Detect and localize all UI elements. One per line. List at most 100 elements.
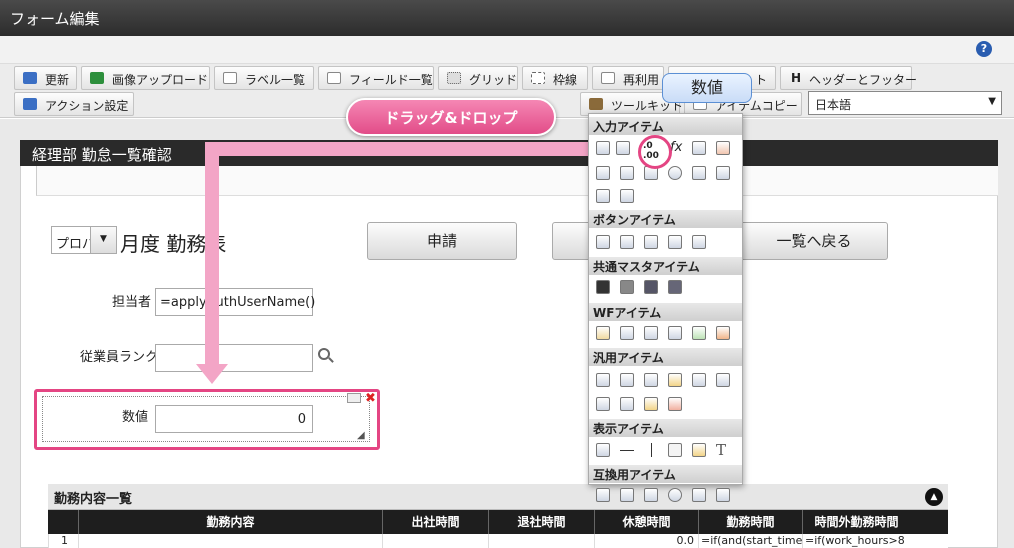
text-icon[interactable]: T bbox=[716, 441, 726, 459]
image-display-icon[interactable] bbox=[692, 443, 706, 457]
calendar-icon[interactable] bbox=[668, 397, 682, 411]
horizontal-line-icon[interactable] bbox=[620, 450, 634, 451]
table-header-cell: 時間外勤務時間 bbox=[802, 510, 910, 534]
action-icon bbox=[23, 98, 37, 110]
middle-button[interactable] bbox=[552, 222, 592, 260]
datetime-icon[interactable] bbox=[716, 141, 730, 155]
form-title: 月度 勤務表 bbox=[120, 232, 227, 256]
user-icon[interactable] bbox=[596, 280, 610, 294]
resize-handle-icon[interactable]: ◢ bbox=[357, 430, 365, 441]
palette-section-wf: WFアイテム bbox=[589, 303, 742, 321]
card-icon[interactable] bbox=[620, 397, 634, 411]
camera-icon[interactable] bbox=[644, 373, 658, 387]
radio-icon[interactable] bbox=[668, 166, 682, 180]
document-icon[interactable] bbox=[620, 373, 634, 387]
table-header-cell: 休憩時間 bbox=[594, 510, 698, 534]
border-icon bbox=[531, 72, 545, 84]
list-icon[interactable] bbox=[716, 166, 730, 180]
number-field[interactable]: 0 bbox=[155, 405, 313, 433]
compat-radio-icon[interactable] bbox=[668, 488, 682, 502]
table-header-cell: 退社時間 bbox=[488, 510, 594, 534]
search-icon[interactable] bbox=[318, 348, 330, 360]
table-cell[interactable] bbox=[488, 534, 594, 548]
close-icon[interactable]: ✖ bbox=[365, 391, 376, 406]
approver-icon[interactable] bbox=[692, 326, 706, 340]
item-settings-icon[interactable] bbox=[347, 393, 361, 403]
compat-listbox-icon[interactable] bbox=[620, 488, 634, 502]
grid-button[interactable]: グリッド bbox=[438, 66, 518, 90]
palette-section-input: 入力アイテム bbox=[589, 117, 742, 135]
clipboard-icon[interactable] bbox=[596, 326, 610, 340]
table-cell[interactable] bbox=[382, 534, 488, 548]
drag-drop-callout: ドラッグ&ドロップ bbox=[346, 98, 556, 136]
back-to-list-button[interactable]: 一覧へ戻る bbox=[740, 222, 888, 260]
history-icon[interactable] bbox=[668, 326, 682, 340]
export-icon[interactable] bbox=[692, 373, 706, 387]
image-upload-button[interactable]: 画像アップロード bbox=[81, 66, 210, 90]
return-button-icon[interactable] bbox=[668, 235, 682, 249]
table-cell[interactable] bbox=[78, 534, 382, 548]
table-cell[interactable]: 0.0 bbox=[594, 534, 698, 548]
compat-list-icon[interactable] bbox=[716, 488, 730, 502]
building-icon[interactable] bbox=[620, 280, 634, 294]
compat-combo-icon[interactable] bbox=[692, 488, 706, 502]
collapse-icon[interactable]: ▲ bbox=[925, 488, 943, 506]
help-icon[interactable]: ? bbox=[976, 41, 992, 57]
palette-section-general: 汎用アイテム bbox=[589, 348, 742, 366]
box-icon[interactable] bbox=[668, 443, 682, 457]
field-list-button[interactable]: フィールド一覧 bbox=[318, 66, 434, 90]
forward-button-icon[interactable] bbox=[620, 235, 634, 249]
vertical-line-icon[interactable] bbox=[651, 443, 652, 457]
key-icon[interactable] bbox=[668, 373, 682, 387]
list-icon bbox=[327, 72, 341, 84]
rank-field[interactable] bbox=[155, 344, 313, 372]
help-bar: ? bbox=[0, 36, 1014, 64]
header-footer-button[interactable]: H ヘッダーとフッター bbox=[780, 66, 917, 90]
image-icon bbox=[90, 72, 104, 84]
window-title: フォーム編集 bbox=[0, 0, 1014, 36]
toolbox-icon bbox=[589, 98, 603, 110]
back-button-icon[interactable] bbox=[644, 235, 658, 249]
stamp-icon[interactable] bbox=[716, 326, 730, 340]
rank-label: 従業員ランク bbox=[80, 350, 159, 365]
listbox-icon[interactable] bbox=[620, 166, 634, 180]
contract-type-combo[interactable]: プロパ ▼ bbox=[51, 226, 117, 254]
table-cell[interactable]: =if(work_hours>8 bbox=[802, 534, 910, 548]
manager-field[interactable]: =applyAuthUserName() bbox=[155, 288, 315, 316]
compat-checkbox-icon[interactable] bbox=[644, 488, 658, 502]
textarea-icon[interactable] bbox=[616, 141, 630, 155]
link-button-icon[interactable] bbox=[692, 235, 706, 249]
table-header-cell: 出社時間 bbox=[382, 510, 488, 534]
language-select[interactable]: 日本語 ▼ bbox=[808, 91, 1002, 115]
textbox-icon[interactable] bbox=[596, 141, 610, 155]
select-icon[interactable] bbox=[596, 166, 610, 180]
palette-section-button: ボタンアイテム bbox=[589, 210, 742, 228]
button-icon[interactable] bbox=[596, 235, 610, 249]
table-cell[interactable]: =if(and(start_time bbox=[698, 534, 802, 548]
heading-icon[interactable] bbox=[596, 443, 610, 457]
date-icon[interactable] bbox=[692, 141, 706, 155]
panel-icon[interactable] bbox=[596, 397, 610, 411]
tree-icon[interactable] bbox=[644, 397, 658, 411]
reuse-button[interactable]: 再利用 bbox=[592, 66, 664, 90]
table-icon[interactable] bbox=[620, 189, 634, 203]
combo-icon[interactable] bbox=[692, 166, 706, 180]
attachment-icon[interactable] bbox=[620, 326, 634, 340]
numeric-icon[interactable]: .0 .00 bbox=[643, 141, 659, 161]
organization-icon[interactable] bbox=[644, 280, 658, 294]
import-icon[interactable] bbox=[716, 373, 730, 387]
group-icon[interactable] bbox=[668, 280, 682, 294]
action-settings-button[interactable]: アクション設定 bbox=[14, 92, 134, 116]
image-icon[interactable] bbox=[644, 326, 658, 340]
update-button[interactable]: 更新 bbox=[14, 66, 77, 90]
apply-button[interactable]: 申請 bbox=[367, 222, 517, 260]
number-label: 数値 bbox=[122, 410, 149, 425]
label-field-icon[interactable] bbox=[596, 373, 610, 387]
compat-select-icon[interactable] bbox=[596, 488, 610, 502]
label-list-button[interactable]: ラベル一覧 bbox=[214, 66, 314, 90]
border-button[interactable]: 枠線 bbox=[522, 66, 588, 90]
table-header-cell: 勤務時間 bbox=[698, 510, 802, 534]
upload-icon[interactable] bbox=[596, 189, 610, 203]
numeric-callout: 数値 bbox=[662, 73, 752, 103]
chevron-down-icon[interactable]: ▼ bbox=[90, 227, 116, 253]
